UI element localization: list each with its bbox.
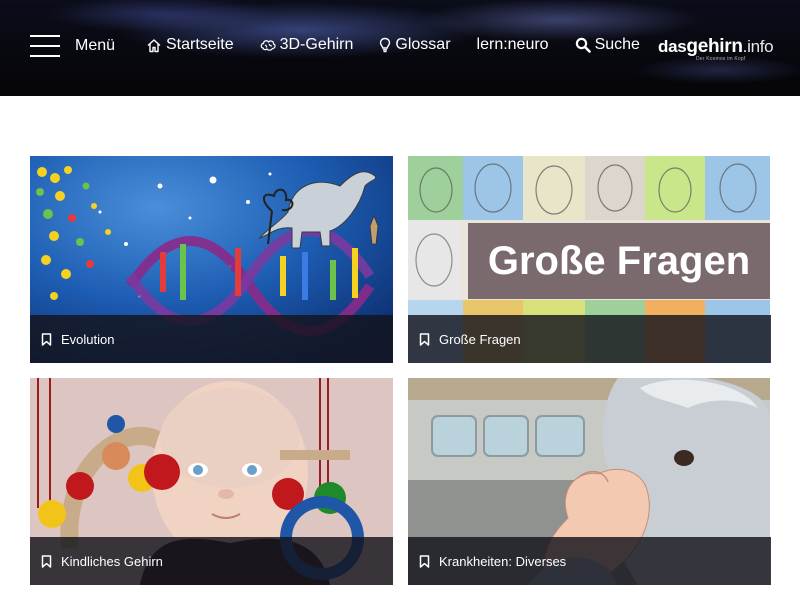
nav-label: lern:neuro <box>476 36 549 53</box>
brain-icon <box>260 39 276 52</box>
card-caption-bar: Große Fragen <box>408 315 771 363</box>
card-title: Krankheiten: Diverses <box>439 553 567 569</box>
nav-label: Startseite <box>166 36 234 53</box>
nav-suche[interactable]: Suche <box>575 36 640 54</box>
image-title-text: Große Fragen <box>488 239 750 283</box>
site-logo[interactable]: dasgehirn.info Der Kosmos im Kopf <box>658 36 774 62</box>
card-grosse-fragen[interactable]: Große Fragen Große Fragen <box>408 156 771 363</box>
card-kindliches-gehirn[interactable]: Kindliches Gehirn <box>30 378 393 585</box>
hamburger-icon <box>30 34 60 58</box>
bookmark-icon <box>419 332 430 346</box>
bookmark-icon <box>41 554 52 568</box>
bookmark-icon <box>41 332 52 346</box>
card-caption-bar: Evolution <box>30 315 393 363</box>
bookmark-icon <box>419 554 430 568</box>
card-caption-bar: Krankheiten: Diverses <box>408 537 771 585</box>
site-header: Menü Startseite 3D-Gehirn Glossar lern:n… <box>0 0 800 96</box>
card-caption-bar: Kindliches Gehirn <box>30 537 393 585</box>
nav-lern-neuro[interactable]: lern:neuro <box>477 36 549 54</box>
menu-button[interactable]: Menü <box>30 34 115 58</box>
menu-label: Menü <box>75 37 116 54</box>
card-krankheiten-diverses[interactable]: Krankheiten: Diverses <box>408 378 771 585</box>
search-icon <box>575 37 591 53</box>
nav-label: Glossar <box>395 36 451 53</box>
card-title: Große Fragen <box>439 331 521 347</box>
card-title: Evolution <box>61 331 115 347</box>
card-evolution[interactable]: Evolution <box>30 156 393 363</box>
card-title: Kindliches Gehirn <box>61 553 163 569</box>
nav-startseite[interactable]: Startseite <box>146 36 234 54</box>
lightbulb-icon <box>379 37 391 53</box>
nav-label: Suche <box>594 36 640 53</box>
main-nav: Startseite 3D-Gehirn Glossar lern:neuro … <box>146 36 640 54</box>
nav-label: 3D-Gehirn <box>279 36 354 53</box>
home-icon <box>146 38 162 53</box>
nav-3d-gehirn[interactable]: 3D-Gehirn <box>260 36 354 54</box>
logo-gehirn: gehirn <box>686 36 743 57</box>
logo-das: das <box>658 37 687 56</box>
nav-glossar[interactable]: Glossar <box>379 36 451 54</box>
logo-info: .info <box>742 37 774 56</box>
